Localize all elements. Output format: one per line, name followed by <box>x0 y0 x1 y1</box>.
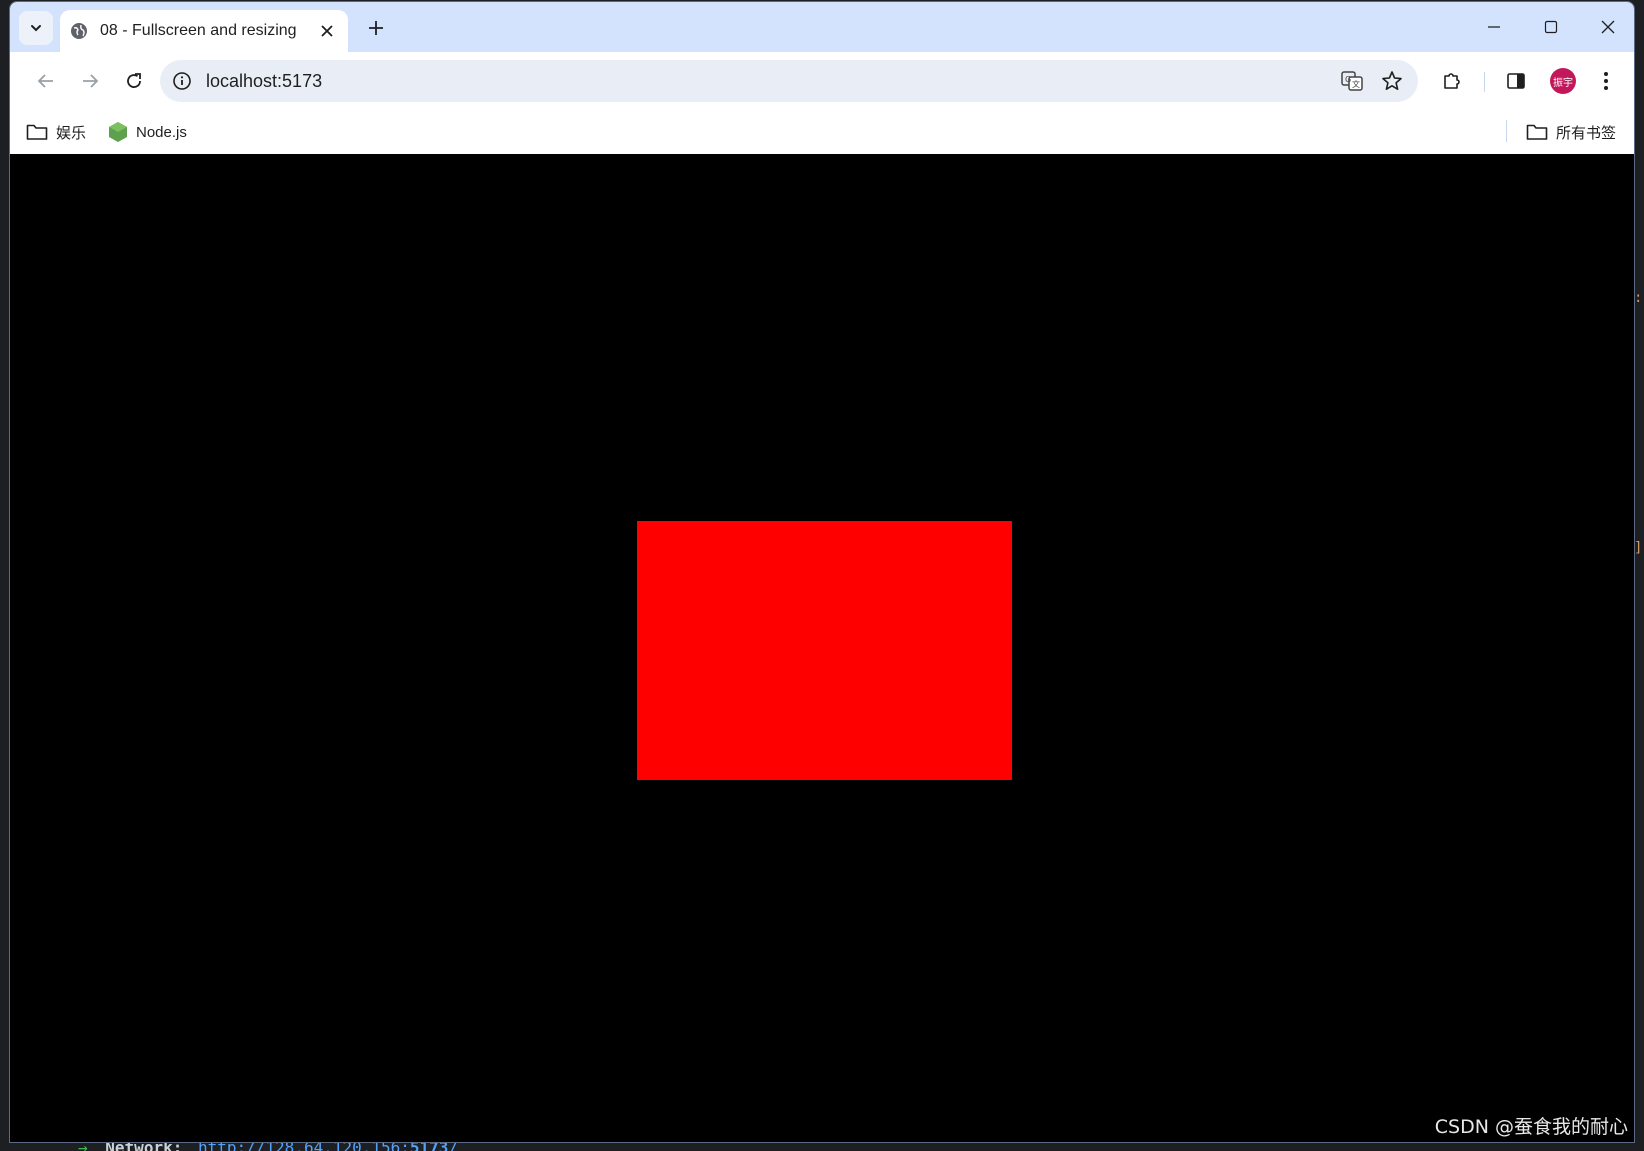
close-window-button[interactable] <box>1588 10 1628 44</box>
site-info-icon[interactable] <box>170 69 194 93</box>
chevron-down-icon <box>31 25 41 32</box>
kebab-menu-icon <box>1604 72 1608 90</box>
puzzle-icon <box>1444 73 1460 89</box>
tab-close-icon[interactable] <box>316 20 338 42</box>
address-url: localhost:5173 <box>206 71 323 91</box>
browser-window: 08 - Fullscreen and resizing localhost:5… <box>9 1 1635 1143</box>
bookmarks-bar: 娱乐 Node.js 所有书签 <box>10 110 1634 154</box>
star-icon[interactable] <box>1380 69 1404 93</box>
minimize-icon <box>1488 26 1500 28</box>
all-bookmarks-label: 所有书签 <box>1556 124 1617 142</box>
terminal-fragment: :] <box>1634 290 1644 306</box>
bookmark-nodejs[interactable]: Node.js <box>108 119 187 145</box>
bookmark-label: 娱乐 <box>56 124 87 142</box>
bookmark-folder-entertainment[interactable]: 娱乐 <box>26 119 86 145</box>
minimize-button[interactable] <box>1474 10 1514 44</box>
maximize-button[interactable] <box>1531 10 1571 44</box>
forward-button[interactable] <box>74 65 106 97</box>
watermark: CSDN @蚕食我的耐心 <box>1434 1116 1628 1138</box>
webgl-canvas[interactable] <box>10 154 1634 1142</box>
tab-strip: 08 - Fullscreen and resizing <box>10 2 1634 52</box>
svg-text:G: G <box>1345 75 1351 84</box>
new-tab-button[interactable] <box>362 14 390 42</box>
plus-icon <box>369 21 383 35</box>
folder-icon <box>26 123 48 141</box>
menu-button[interactable] <box>1590 65 1622 97</box>
toolbar-divider <box>1484 72 1485 92</box>
reload-button[interactable] <box>118 65 150 97</box>
browser-toolbar: localhost:5173 G文 振宇 <box>10 52 1634 110</box>
terminal-fragment: ]] <box>1634 540 1644 556</box>
translate-icon[interactable]: G文 <box>1340 69 1364 93</box>
globe-icon <box>70 22 88 40</box>
arrow-left-icon <box>37 74 53 88</box>
profile-avatar[interactable]: 振宇 <box>1550 68 1576 94</box>
address-bar[interactable]: localhost:5173 G文 <box>160 60 1418 102</box>
tab-search-button[interactable] <box>19 11 53 45</box>
restore-icon <box>1544 20 1558 34</box>
side-panel-button[interactable] <box>1500 65 1532 97</box>
tab-title: 08 - Fullscreen and resizing <box>100 22 297 39</box>
close-icon <box>1601 20 1615 34</box>
bookmarks-divider <box>1506 120 1507 142</box>
side-panel-icon <box>1507 73 1525 89</box>
folder-icon <box>1526 123 1548 141</box>
reload-icon <box>127 73 141 88</box>
svg-text:文: 文 <box>1352 79 1360 89</box>
all-bookmarks-button[interactable]: 所有书签 <box>1526 119 1616 145</box>
tab-active[interactable]: 08 - Fullscreen and resizing <box>60 10 348 52</box>
nodejs-icon <box>108 121 128 143</box>
arrow-right-icon <box>83 74 99 88</box>
red-cube-mesh <box>637 521 1012 780</box>
back-button[interactable] <box>30 65 62 97</box>
extensions-button[interactable] <box>1436 65 1468 97</box>
bookmark-label: Node.js <box>136 123 187 141</box>
